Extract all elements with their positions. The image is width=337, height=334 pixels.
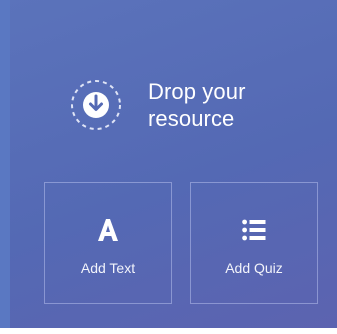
- add-quiz-label: Add Quiz: [225, 260, 283, 276]
- resource-panel: Drop your resource Add Text Add Quiz: [0, 0, 337, 328]
- drop-resource-label: Drop your resource: [148, 79, 246, 131]
- add-text-button[interactable]: Add Text: [44, 182, 172, 304]
- download-circle-icon: [68, 77, 124, 133]
- resource-panel-container: Drop your resource Add Text Add Quiz: [0, 0, 337, 334]
- drop-resource-zone[interactable]: Drop your resource: [68, 70, 288, 140]
- panel-left-edge: [0, 0, 10, 328]
- letter-a-icon: [45, 217, 171, 243]
- add-text-label: Add Text: [80, 260, 136, 276]
- add-quiz-button[interactable]: Add Quiz: [190, 182, 318, 304]
- list-icon: [191, 217, 317, 243]
